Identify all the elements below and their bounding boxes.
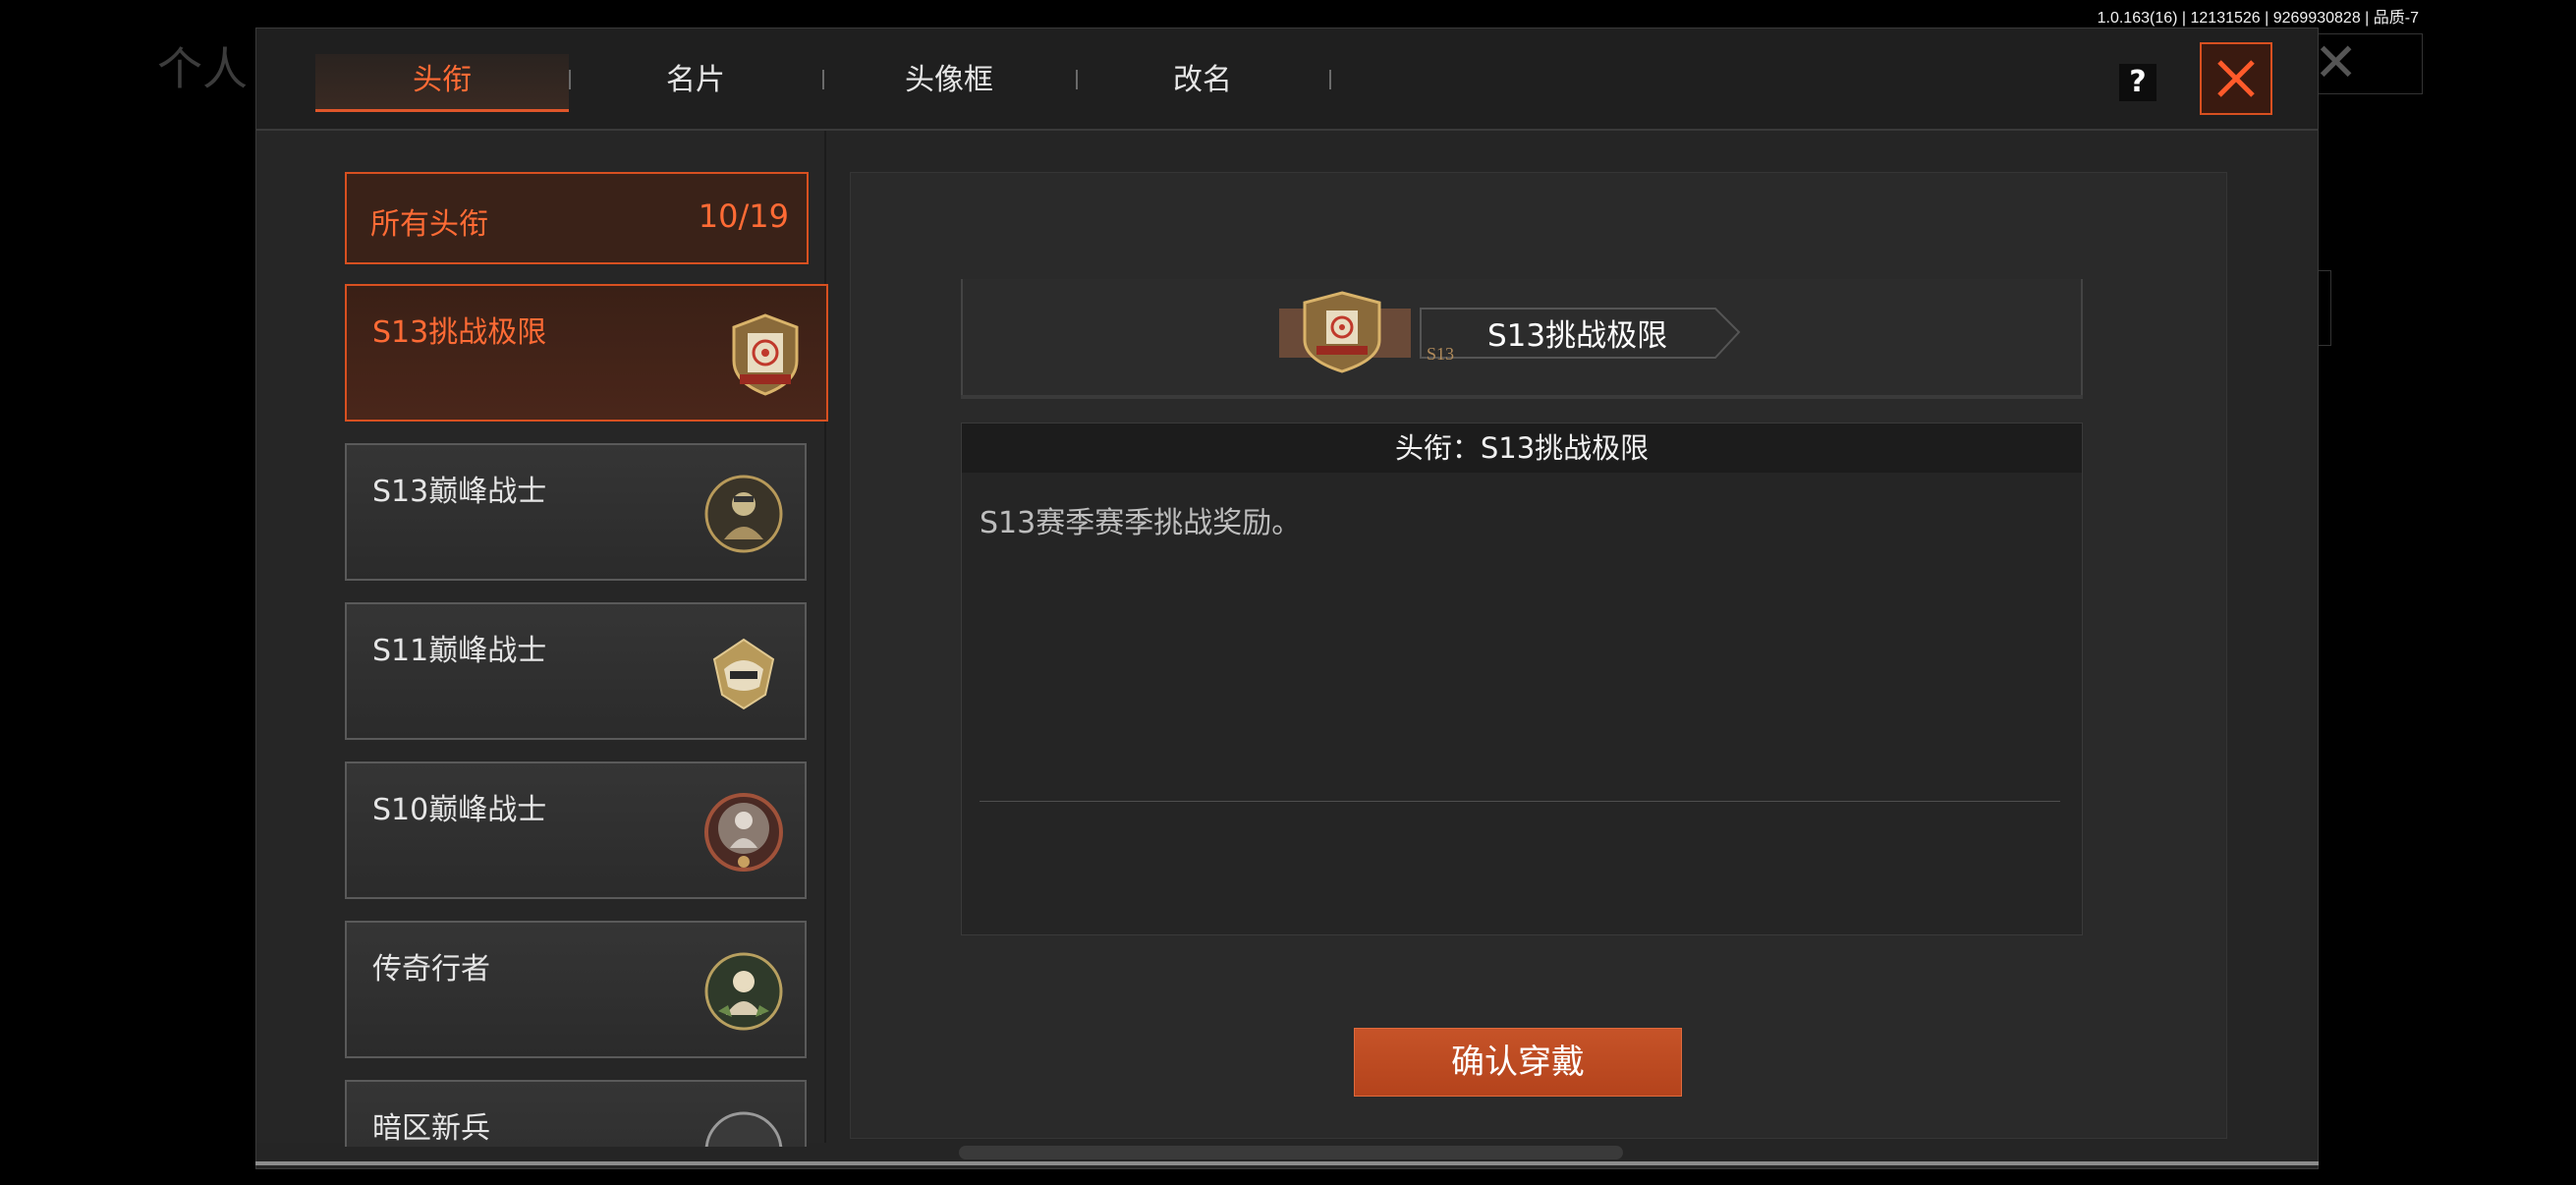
wreath-soldier-medal-icon bbox=[704, 793, 783, 872]
tab-avatar-frame[interactable]: 头像框 bbox=[822, 54, 1076, 109]
help-button[interactable]: ? bbox=[2119, 64, 2156, 101]
list-item[interactable]: 暗区新兵 bbox=[345, 1080, 807, 1147]
description-header: 头衔：S13挑战极限 bbox=[962, 423, 2082, 473]
title-label: 传奇行者 bbox=[372, 952, 490, 987]
list-item[interactable]: S10巅峰战士 bbox=[345, 762, 807, 899]
season-tag: S13 bbox=[1427, 344, 1455, 364]
tab-rename[interactable]: 改名 bbox=[1076, 54, 1329, 109]
all-titles-filter[interactable]: 所有头衔 10/19 bbox=[345, 172, 809, 264]
all-titles-count: 10/19 bbox=[698, 198, 789, 235]
dialog-header: 头衔 名片 头像框 改名 ? bbox=[256, 28, 2318, 131]
list-item[interactable]: S13挑战极限 bbox=[345, 284, 828, 422]
all-titles-label: 所有头衔 bbox=[370, 207, 488, 242]
title-label: S11巅峰战士 bbox=[372, 634, 547, 668]
description-divider bbox=[980, 801, 2060, 802]
list-item[interactable]: S11巅峰战士 bbox=[345, 602, 807, 740]
close-icon bbox=[2217, 60, 2255, 97]
title-list[interactable]: S13挑战极限 S13巅峰战士 S11巅峰战士 S10巅峰战士 传奇行者 暗区新… bbox=[345, 284, 836, 1147]
soldier-medal-icon bbox=[704, 475, 783, 553]
target-medal-icon bbox=[732, 313, 799, 396]
tab-name-card[interactable]: 名片 bbox=[569, 54, 822, 109]
title-label: 暗区新兵 bbox=[372, 1111, 490, 1146]
helmet-medal-icon bbox=[712, 638, 775, 710]
title-description-box: 头衔：S13挑战极限 S13赛季赛季挑战奖励。 bbox=[961, 423, 2083, 935]
title-label: S13挑战极限 bbox=[372, 315, 547, 350]
legend-medal-icon bbox=[704, 952, 783, 1031]
horizontal-scrollbar[interactable] bbox=[959, 1146, 1623, 1159]
preview-divider bbox=[961, 395, 2083, 399]
preview-title-text: S13挑战极限 bbox=[1487, 318, 1668, 354]
dialog-bottom-edge bbox=[255, 1161, 2319, 1165]
tab-separator bbox=[1329, 70, 1331, 89]
recruit-medal-icon bbox=[704, 1111, 783, 1147]
close-button[interactable] bbox=[2200, 42, 2272, 115]
background-page-title: 个人 bbox=[157, 42, 248, 95]
version-info: 1.0.163(16) | 12131526 | 9269930828 | 品质… bbox=[2097, 10, 2419, 27]
list-item[interactable]: S13巅峰战士 bbox=[345, 443, 807, 581]
title-label: S10巅峰战士 bbox=[372, 793, 547, 827]
list-item[interactable]: 传奇行者 bbox=[345, 921, 807, 1058]
confirm-wear-button[interactable]: 确认穿戴 bbox=[1354, 1028, 1682, 1097]
tab-titles[interactable]: 头衔 bbox=[315, 54, 569, 112]
title-label: S13巅峰战士 bbox=[372, 475, 547, 509]
description-text: S13赛季赛季挑战奖励。 bbox=[980, 506, 1302, 540]
title-preview-banner: S13 S13挑战极限 bbox=[1273, 287, 1741, 373]
